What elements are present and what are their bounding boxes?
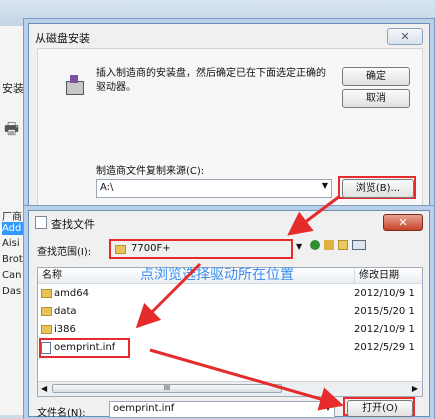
arrow-to-file (135, 262, 202, 329)
arrow-to-open (149, 348, 344, 411)
arrow-to-lookin (287, 194, 341, 236)
annotation-arrows (135, 194, 344, 411)
